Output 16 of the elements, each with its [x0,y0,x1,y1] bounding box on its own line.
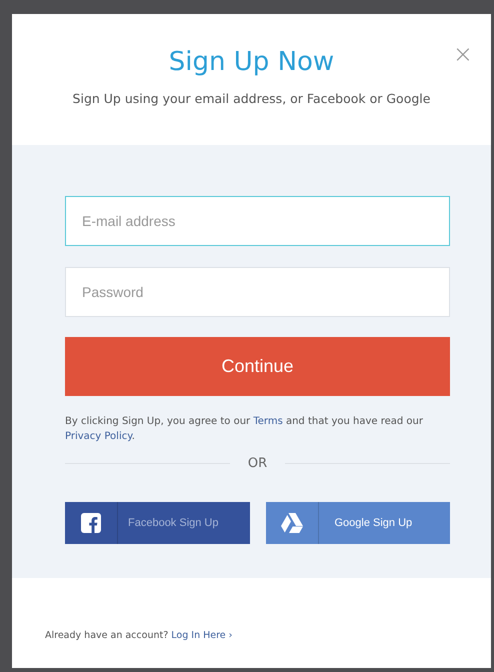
or-divider-label: OR [248,456,268,471]
login-prompt: Already have an account? Log In Here › [45,630,232,641]
login-link[interactable]: Log In Here › [171,630,232,641]
password-field[interactable]: Password [65,267,450,317]
continue-button[interactable]: Continue [65,337,450,396]
email-field[interactable]: E-mail address [65,196,450,246]
facebook-icon [81,513,101,533]
close-button[interactable]: × [452,42,473,66]
facebook-signup-button[interactable]: Facebook Sign Up [65,502,250,544]
terms-text: By clicking Sign Up, you agree to our Terms and that you have read our Privacy Policy. [65,415,424,444]
terms-link[interactable]: Terms [253,416,283,427]
terms-link[interactable]: Privacy Policy [65,431,132,442]
dialog-subtitle: Sign Up using your email address, or Facebook or Google [72,91,430,106]
drive-icon [280,513,302,533]
dialog-title: Sign Up Now [168,47,334,77]
google-signup-button[interactable]: Google Sign Up [266,502,450,544]
